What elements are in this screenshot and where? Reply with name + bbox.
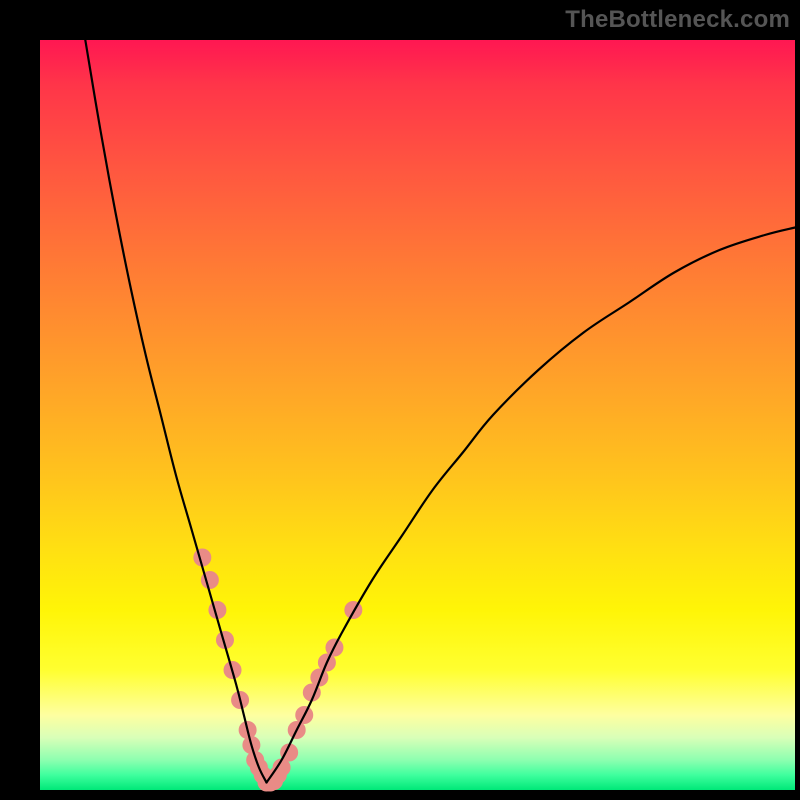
markers-group xyxy=(193,549,362,792)
chart-svg xyxy=(40,40,795,790)
chart-frame: TheBottleneck.com xyxy=(0,0,800,800)
watermark-text: TheBottleneck.com xyxy=(565,6,790,34)
right-branch-curve xyxy=(267,228,796,783)
plot-area xyxy=(40,40,795,790)
